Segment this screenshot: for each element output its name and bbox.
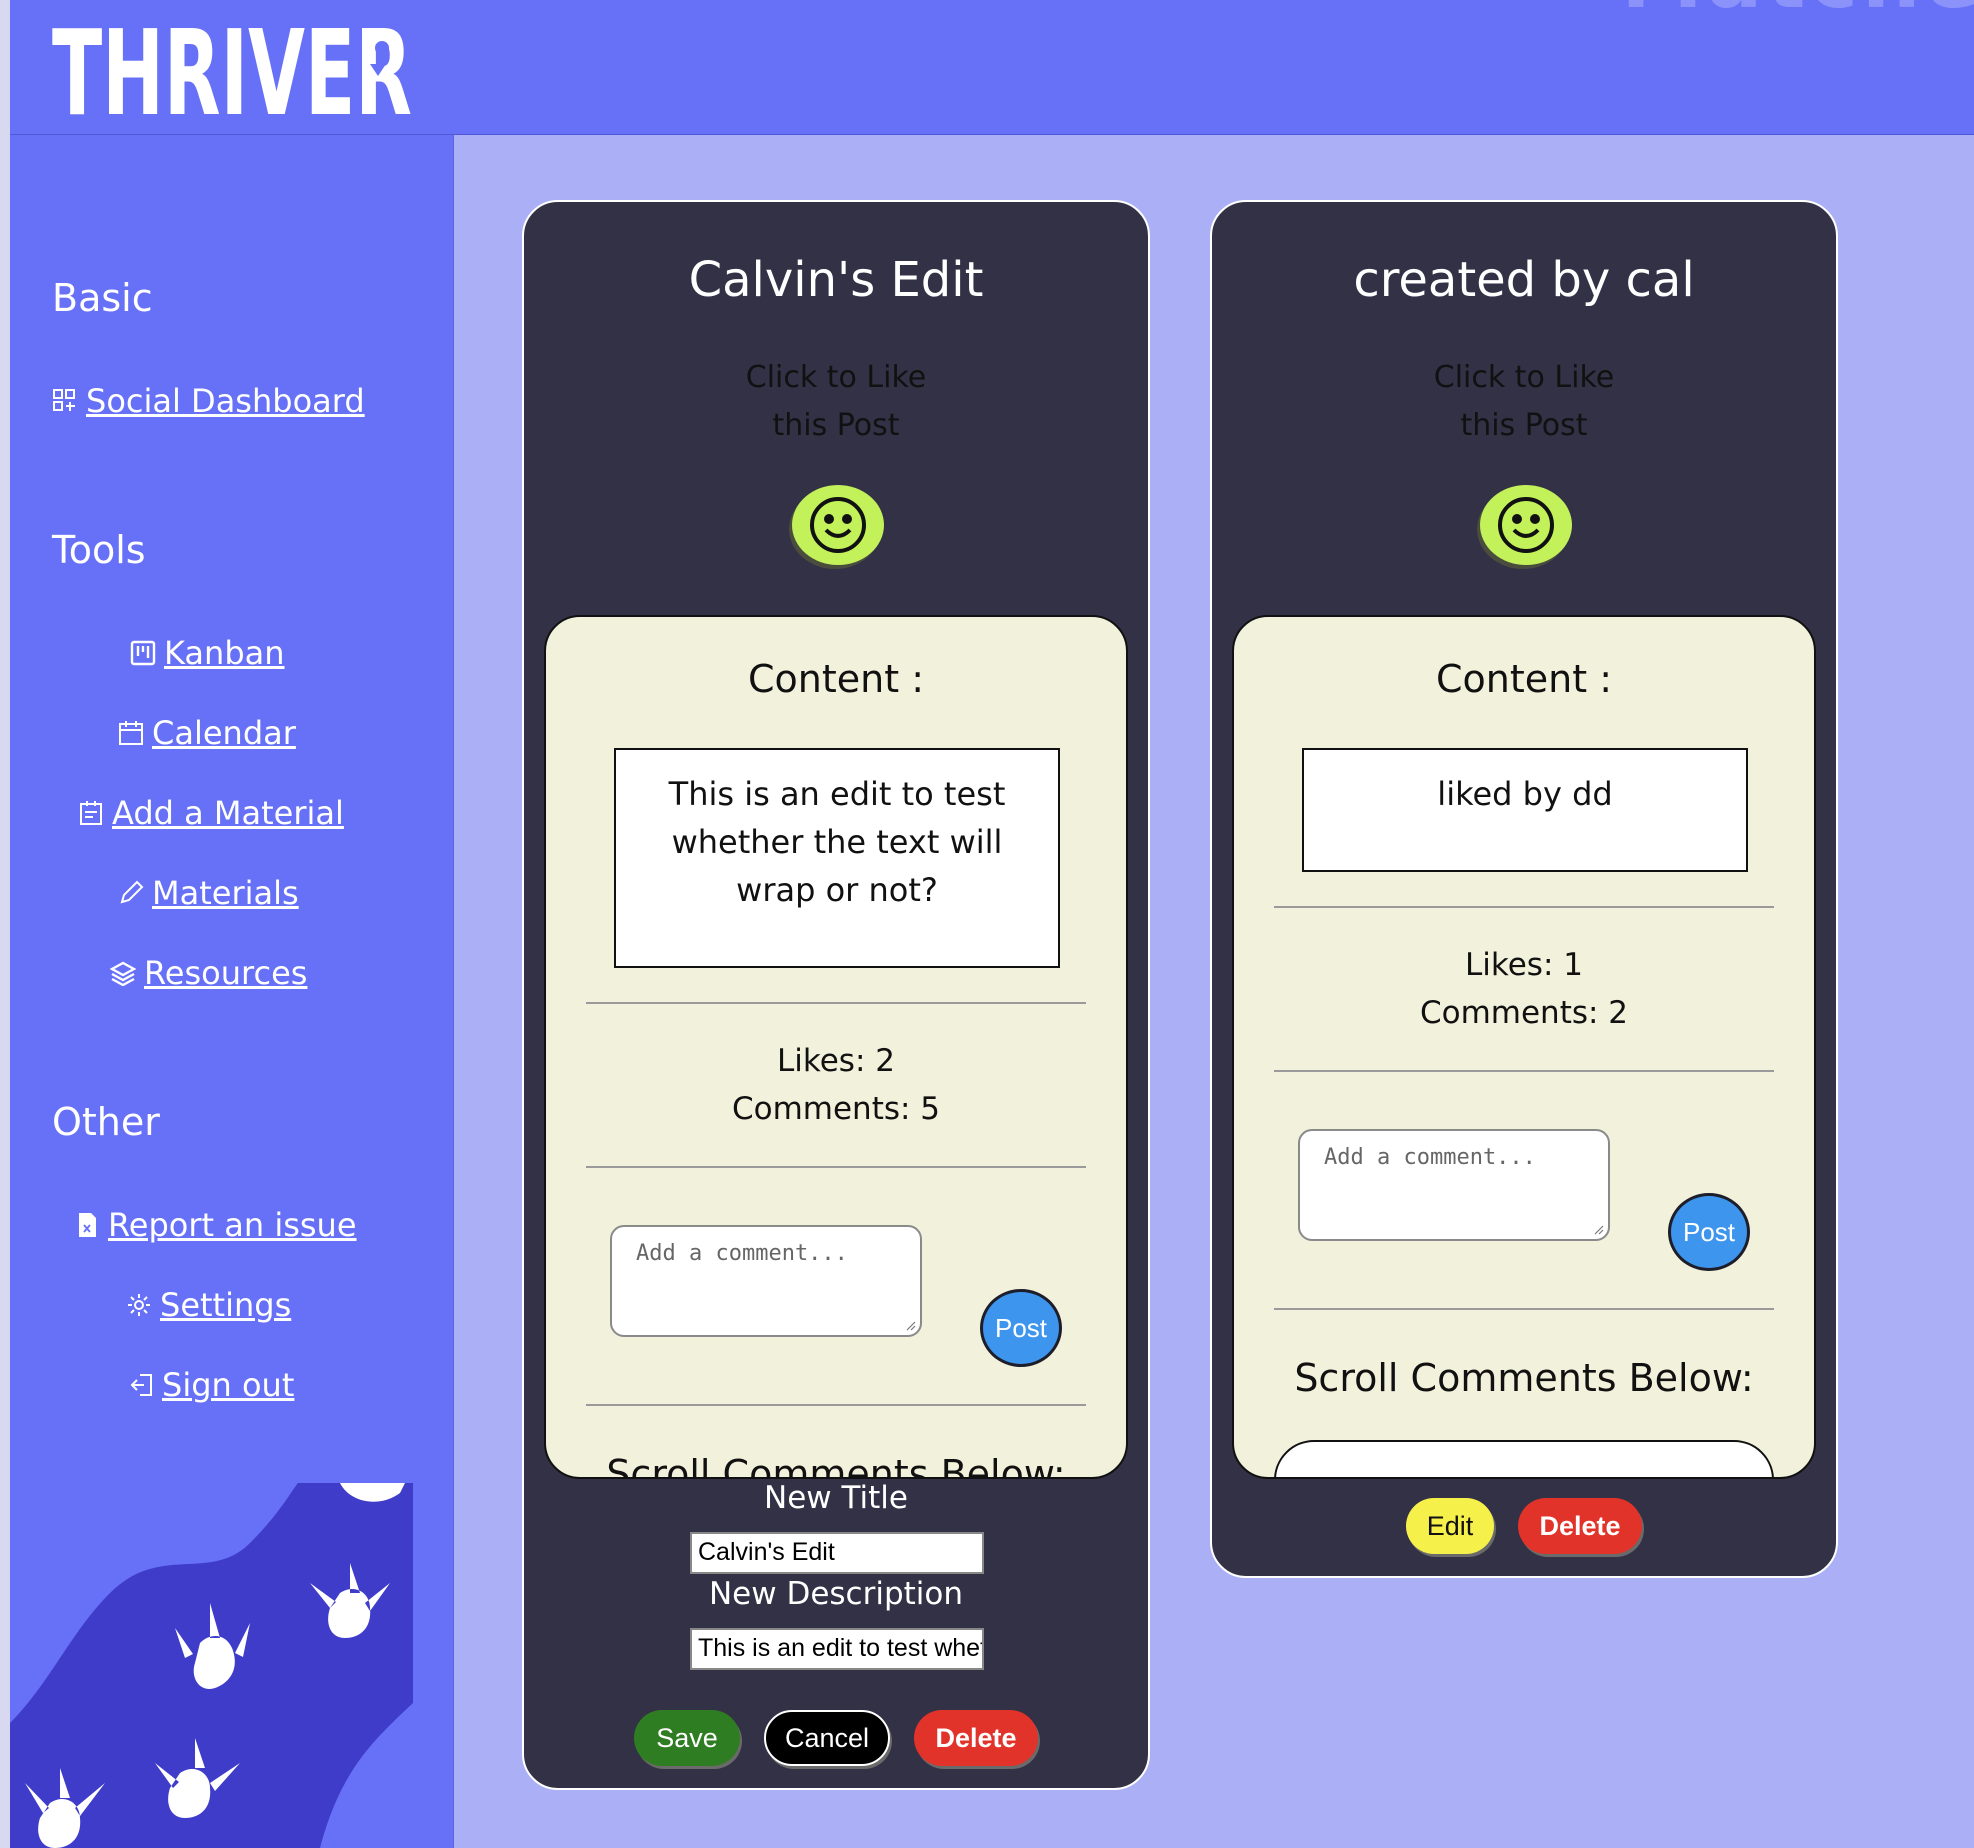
section-title-other: Other [52,1100,160,1144]
sidebar-item-sign-out[interactable]: Sign out [128,1366,294,1404]
smiley-icon [810,497,866,553]
content-line: whether the text will [671,823,1003,861]
divider [586,1002,1086,1004]
content-line: This is an edit to test [668,775,1006,813]
comments-count: Comments: 2 [1419,995,1629,1031]
logo-text: THRIVER [52,6,412,131]
sidebar-item-label: Materials [152,874,299,912]
calendar-icon [119,721,143,745]
sidebar-item-calendar[interactable]: Calendar [118,714,296,752]
section-title-basic: Basic [52,276,153,320]
sidebar-item-kanban[interactable]: Kanban [130,634,285,672]
new-title-label: New Title [764,1480,908,1516]
sidebar-item-resources[interactable]: Resources [110,954,307,992]
like-button[interactable] [1480,485,1572,565]
like-prompt: Click to Like this Post [1212,354,1836,450]
sidebar-item-label: Calendar [152,714,296,752]
sidebar-item-add-material[interactable]: Add a Material [78,794,344,832]
likes-count: Likes: 2 [777,1043,895,1079]
post-stats: Likes: 2 Comments: 5 [546,1037,1126,1133]
comments-count: Comments: 5 [731,1091,941,1127]
content-label: Content : [1435,657,1612,701]
section-title-tools: Tools [52,528,146,572]
post-title: created by cal [1353,252,1695,308]
save-button[interactable]: Save [634,1710,740,1766]
add-material-icon [80,801,102,825]
window-edge [0,0,10,1848]
sidebar-item-label: Resources [144,954,308,992]
new-description-label: New Description [708,1576,964,1612]
comment-input[interactable]: Add a comment... [1298,1129,1610,1241]
post-card: created by cal Click to Like this Post C… [1210,200,1838,1578]
sidebar-item-label: Report an issue [108,1206,357,1244]
sidebar-item-label: Add a Material [112,794,344,832]
content-line: liked by dd [1437,775,1613,813]
post-content: liked by dd [1302,748,1748,872]
post-content-panel: Content : liked by dd Likes: 1 Comments:… [1232,615,1816,1479]
scroll-comments-label: Scroll Comments Below: [1294,1356,1754,1400]
sidebar-item-settings[interactable]: Settings [126,1286,291,1324]
new-title-input[interactable]: Calvin's Edit [690,1532,984,1574]
like-button[interactable] [792,485,884,565]
kanban-icon [130,640,156,666]
like-prompt-line: this Post [1460,408,1588,443]
sidebar-item-social-dashboard[interactable]: Social Dashboard [52,382,365,420]
sidebar-item-report-issue[interactable]: Report an issue [74,1206,357,1244]
likes-count: Likes: 1 [1465,947,1583,983]
gear-icon [128,1294,150,1316]
delete-button[interactable]: Delete [1518,1498,1642,1554]
divider [1274,1070,1774,1072]
report-file-icon [79,1213,96,1237]
divider [586,1404,1086,1406]
divider [1274,1308,1774,1310]
content-label: Content : [747,657,924,701]
sidebar-item-label: Kanban [164,634,285,672]
like-prompt-line: Click to Like [745,360,927,395]
comments-scroll-area[interactable] [1274,1440,1774,1477]
sidebar-item-label: Settings [160,1286,292,1324]
scroll-comments-label: Scroll Comments Below: [606,1452,1066,1479]
post-stats: Likes: 1 Comments: 2 [1234,941,1814,1037]
app-header: THRIVER Matche [10,0,1974,135]
sign-out-icon [130,1374,152,1396]
sidebar-item-materials[interactable]: Materials [118,874,299,912]
header-faded-title: Matche [1621,0,1974,27]
dashboard-icon [53,389,75,411]
post-comment-button[interactable]: Post [980,1289,1062,1367]
delete-button[interactable]: Delete [914,1710,1038,1766]
post-comment-button[interactable]: Post [1668,1193,1750,1271]
sidebar-item-label: Social Dashboard [86,382,365,420]
thriver-logo[interactable]: THRIVER [50,6,470,131]
like-prompt-line: Click to Like [1433,360,1615,395]
sidebar: Basic Social Dashboard Tools Kanban Cale… [10,135,454,1848]
post-title: Calvin's Edit [688,252,984,308]
cancel-button[interactable]: Cancel [764,1710,890,1766]
comment-input[interactable]: Add a comment... [610,1225,922,1337]
divider [1274,906,1774,908]
resize-grip-icon[interactable] [1592,1223,1604,1235]
like-prompt: Click to Like this Post [524,354,1148,450]
like-prompt-line: this Post [772,408,900,443]
content-line: wrap or not? [736,871,938,909]
post-content-panel: Content : This is an edit to test whethe… [544,615,1128,1479]
edit-button[interactable]: Edit [1406,1498,1494,1554]
smiley-icon [1498,497,1554,553]
pencil-icon [120,880,144,904]
layers-icon [110,961,136,986]
sidebar-item-label: Sign out [162,1366,295,1404]
post-card: Calvin's Edit Click to Like this Post Co… [522,200,1150,1790]
post-content: This is an edit to test whether the text… [614,748,1060,968]
resize-grip-icon[interactable] [904,1319,916,1331]
dinosaur-footprints-illustration [10,1483,413,1848]
divider [586,1166,1086,1168]
new-description-input[interactable]: This is an edit to test whether the text… [690,1628,984,1670]
